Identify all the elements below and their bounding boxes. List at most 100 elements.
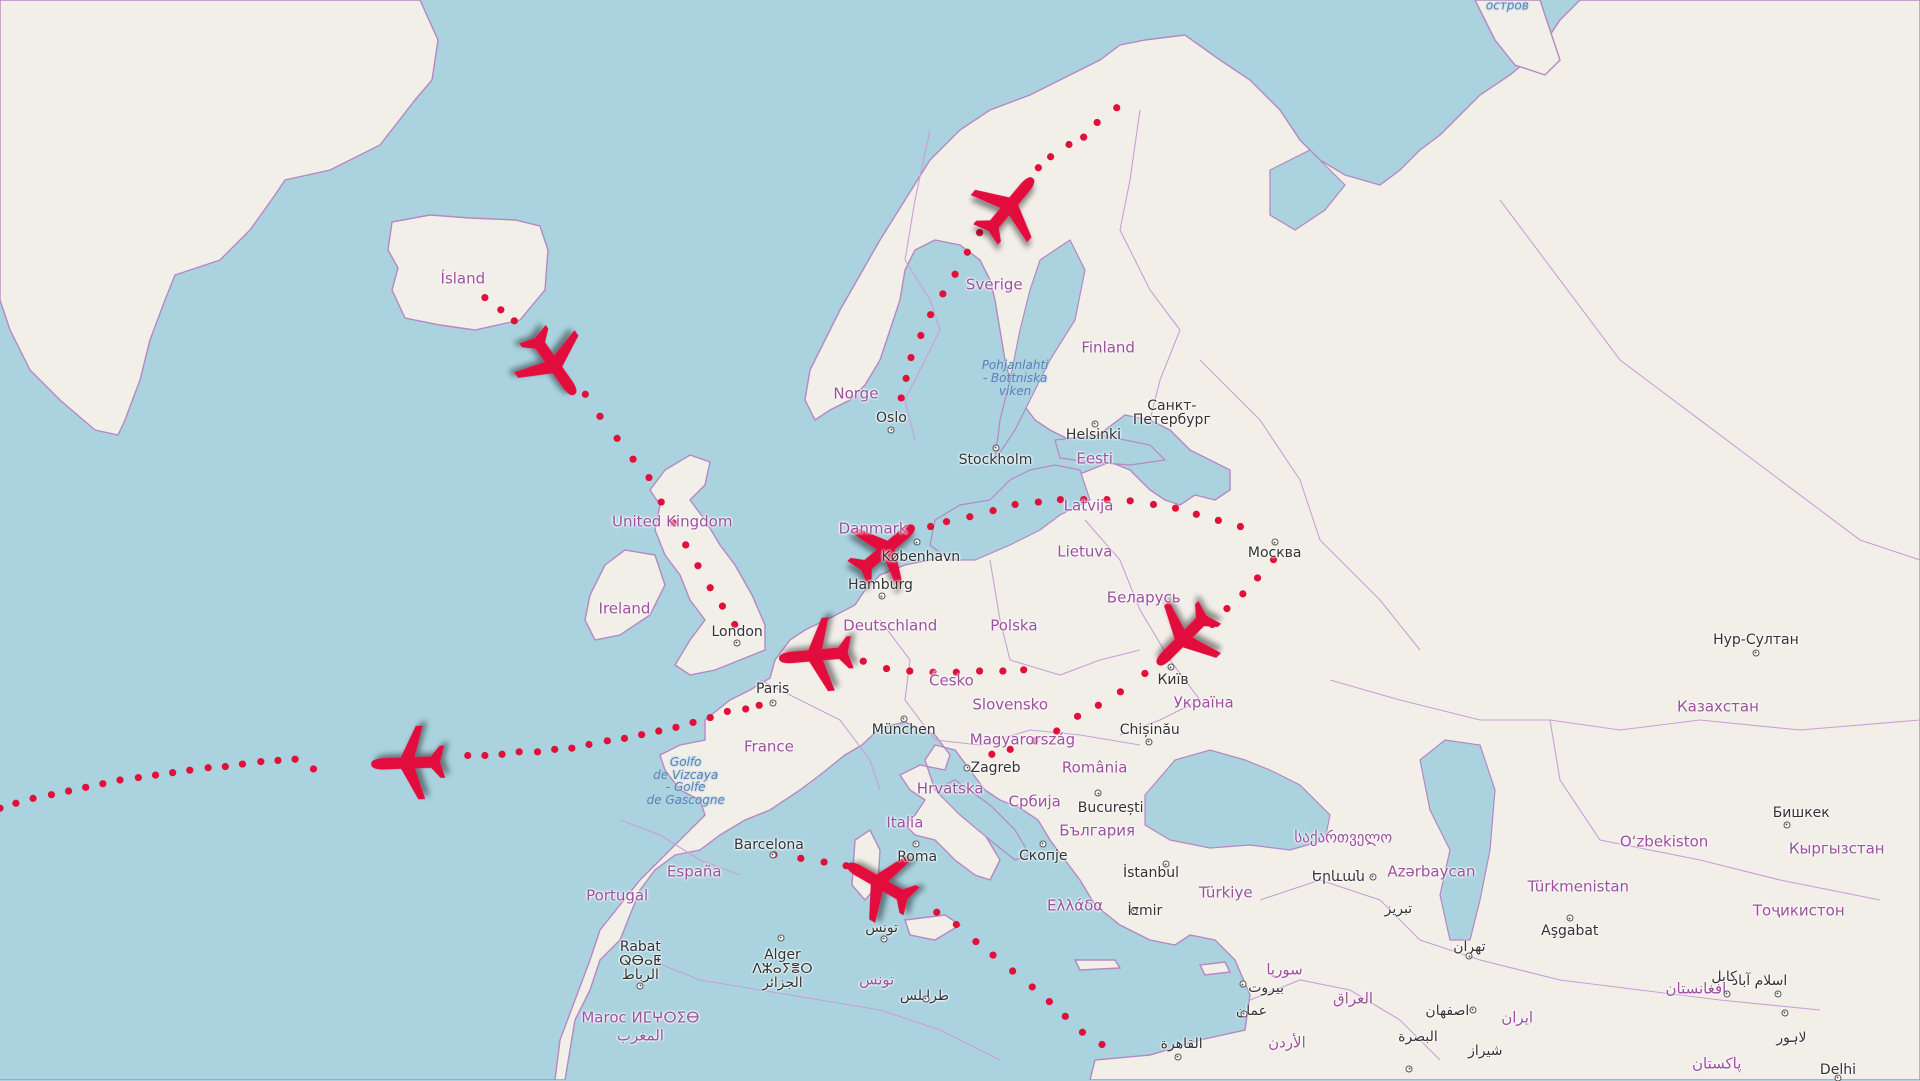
- basemap: [0, 0, 1920, 1080]
- route-dot-moscow-copenhagen: [1011, 500, 1019, 509]
- route-dot-atlantic: [116, 776, 124, 784]
- city-marker-barcelona[interactable]: [769, 851, 777, 859]
- route-dot-iceland-london: [706, 584, 714, 592]
- city-label-london: London: [711, 623, 763, 640]
- route-dot-atlantic: [186, 766, 194, 774]
- city-marker-oslo[interactable]: [887, 426, 895, 434]
- city-marker-rabat[interactable]: [636, 982, 644, 990]
- route-dot-atlantic: [82, 783, 90, 791]
- city-marker-astana[interactable]: [1752, 649, 1760, 657]
- city-marker-alger[interactable]: [777, 934, 785, 942]
- route-dot-sicily-egypt: [1045, 998, 1053, 1006]
- country-label-espana: España: [666, 862, 722, 881]
- city-label-roma: Roma: [897, 849, 938, 866]
- city-label-skopje: Скопје: [1019, 847, 1068, 864]
- route-dot-kyiv-zagreb: [1116, 688, 1125, 696]
- route-dot-atlantic: [568, 744, 576, 752]
- route-dot-atlantic: [755, 701, 763, 709]
- city-marker-stockholm[interactable]: [992, 444, 999, 452]
- route-dot-sicily-egypt: [933, 908, 941, 916]
- route-dot-atlantic: [12, 799, 20, 807]
- city-marker-istanbul[interactable]: [1162, 860, 1170, 868]
- route-dot-atlantic: [99, 780, 107, 788]
- city-marker-kabul[interactable]: [1723, 990, 1731, 998]
- city-label-islamabad: اسلام آباد: [1731, 972, 1788, 989]
- city-label-isfahan: اصفهان: [1425, 1003, 1470, 1020]
- city-marker-london[interactable]: [733, 639, 741, 647]
- city-marker-hamburg[interactable]: [878, 592, 886, 600]
- city-marker-lahore[interactable]: [1781, 1009, 1789, 1017]
- city-marker-cairo[interactable]: [1174, 1053, 1182, 1061]
- route-dot-moscow-copenhagen: [1214, 516, 1222, 525]
- route-dot-moscow-copenhagen: [1236, 522, 1245, 531]
- city-label-barcelona: Barcelona: [734, 836, 804, 853]
- country-label-tunisia: تونس: [859, 970, 895, 989]
- country-label-italia: Italia: [886, 813, 924, 832]
- city-marker-islamabad[interactable]: [1774, 990, 1782, 998]
- city-marker-moskva[interactable]: [1271, 538, 1279, 546]
- country-label-syria: سوريا: [1266, 960, 1303, 979]
- city-label-cairo: القاهرة: [1160, 1036, 1203, 1053]
- city-marker-bucuresti[interactable]: [1094, 789, 1102, 797]
- city-marker-bishkek[interactable]: [1783, 821, 1791, 829]
- city-marker-basra[interactable]: [1405, 1065, 1413, 1073]
- country-label-island: Ísland: [440, 269, 486, 288]
- city-marker-chisinau[interactable]: [1145, 738, 1153, 746]
- country-label-cesko: Česko: [928, 671, 974, 690]
- city-marker-kobenhavn[interactable]: [913, 538, 921, 546]
- route-dot-atlantic: [221, 762, 229, 771]
- route-dot-iceland-london: [596, 412, 604, 420]
- country-label-azerbaycan: Azərbaycan: [1387, 862, 1476, 881]
- country-label-norge: Norge: [833, 384, 879, 403]
- route-dot-lapland-oslo: [1047, 153, 1055, 161]
- city-label-chisinau: Chișinău: [1119, 721, 1180, 738]
- city-marker-beirut[interactable]: [1239, 980, 1247, 988]
- route-dot-sicily-egypt: [1009, 967, 1017, 975]
- route-dot-atlantic: [638, 731, 646, 739]
- route-dot-moscow-kyiv: [1253, 574, 1262, 582]
- route-dot-atlantic: [603, 737, 611, 745]
- country-label-iraq: العراق: [1333, 989, 1374, 1008]
- country-label-srbija: Србија: [1008, 792, 1061, 811]
- city-marker-ashgabat[interactable]: [1566, 914, 1574, 922]
- city-marker-helsinki[interactable]: [1091, 420, 1099, 428]
- city-marker-roma[interactable]: [912, 840, 920, 848]
- route-dot-iceland-london: [613, 434, 621, 442]
- country-label-deutschland: Deutschland: [843, 616, 938, 635]
- land-cyprus: [1198, 961, 1232, 976]
- city-marker-amman[interactable]: [1240, 1010, 1248, 1018]
- city-marker-yerevan[interactable]: [1369, 873, 1377, 881]
- city-marker-munchen[interactable]: [900, 715, 908, 723]
- city-label-astana: Нур-Султан: [1713, 632, 1799, 649]
- route-dot-atlantic: [204, 764, 212, 772]
- city-label-istanbul: İstanbul: [1123, 865, 1180, 882]
- route-dot-atlantic: [238, 760, 247, 768]
- route-dot-lapland-oslo: [1113, 104, 1121, 112]
- country-label-pakistan: پاکستان: [1692, 1054, 1742, 1073]
- city-label-ashgabat: Aşgabat: [1541, 922, 1599, 939]
- route-dot-moscow-copenhagen: [1034, 498, 1042, 506]
- route-dot-lapland-oslo: [902, 374, 910, 382]
- water-label-biscay: Golfo de Vizcaya - Golfe de Gascogne: [646, 755, 725, 807]
- country-label-kazakhstan: Казахстан: [1677, 697, 1759, 716]
- city-marker-tehran[interactable]: [1465, 952, 1473, 960]
- city-label-kobenhavn: København: [881, 549, 961, 566]
- city-marker-isfahan[interactable]: [1469, 1006, 1477, 1014]
- route-dot-moscow-copenhagen: [966, 513, 974, 521]
- city-marker-paris[interactable]: [769, 699, 777, 707]
- route-dot-atlantic: [151, 771, 160, 779]
- route-dot-atlantic: [274, 756, 282, 765]
- city-marker-tunis[interactable]: [880, 935, 888, 943]
- route-dot-belgium-czech: [999, 667, 1007, 675]
- city-marker-izmir[interactable]: [1130, 907, 1138, 915]
- city-marker-skopje[interactable]: [1039, 840, 1047, 848]
- city-marker-zagreb[interactable]: [963, 764, 971, 772]
- country-label-france: France: [744, 737, 794, 756]
- city-marker-kyiv[interactable]: [1167, 663, 1175, 671]
- city-marker-tripoli[interactable]: [922, 995, 930, 1003]
- city-label-zagreb: Zagreb: [970, 759, 1021, 776]
- map-canvas[interactable]: Ísland Norge Sverige Finland Eesti Latvija Lie…: [0, 0, 1920, 1081]
- route-dot-sicily-egypt: [952, 920, 960, 929]
- route-dot-kyiv-zagreb: [1073, 712, 1082, 720]
- country-label-georgia: საქართველო: [1294, 828, 1393, 847]
